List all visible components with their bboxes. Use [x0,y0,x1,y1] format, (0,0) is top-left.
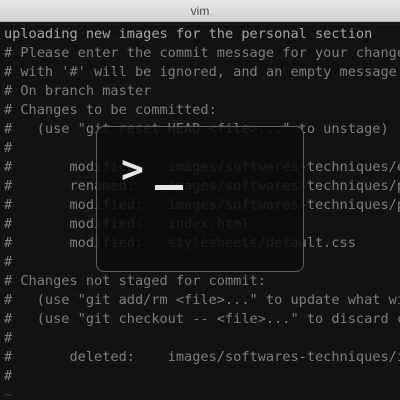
buffer-line[interactable]: # Changes not staged for commit: [4,272,266,291]
buffer-line[interactable]: # [4,253,12,272]
vim-window: vim uploading new images for the persona… [0,0,400,400]
commit-message-line[interactable]: uploading new images for the personal se… [4,25,372,44]
buffer-line[interactable]: # [4,367,12,386]
buffer-line[interactable]: # deleted: images/softwares-techniques/i… [4,348,400,367]
empty-line-marker: ~ [4,387,13,400]
window-title: vim [190,4,210,18]
buffer-line[interactable]: # Changes to be committed: [4,101,217,120]
cursor-icon [155,185,183,190]
terminal-overlay: > [96,126,304,272]
buffer-line[interactable]: # (use "git checkout -- <file>..." to di… [4,310,400,329]
buffer-line[interactable]: # On branch master [4,82,151,101]
terminal-icon: > [121,147,144,191]
buffer-line[interactable]: # with '#' will be ignored, and an empty… [4,63,400,82]
buffer-line[interactable]: # Please enter the commit message for yo… [4,44,400,63]
buffer-line[interactable]: # (use "git add/rm <file>..." to update … [4,291,400,310]
buffer-line[interactable]: # [4,139,12,158]
buffer-line[interactable]: # [4,329,12,348]
title-bar[interactable]: vim [0,0,400,22]
